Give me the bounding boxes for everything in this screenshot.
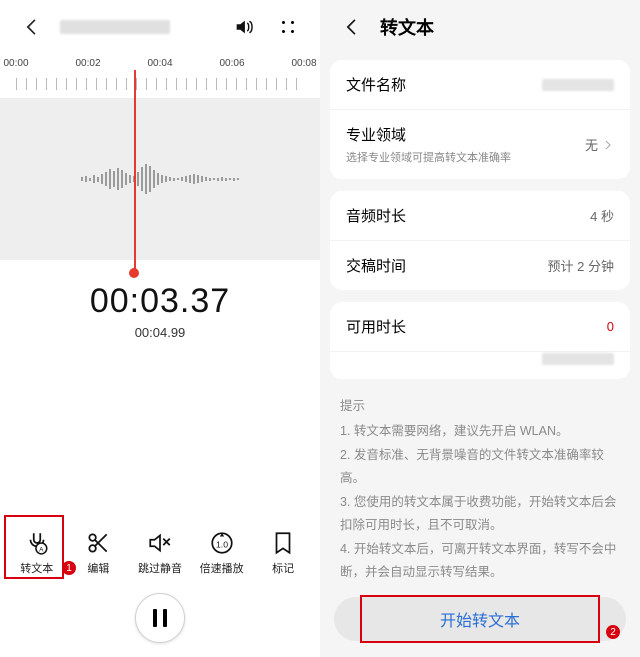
svg-text:1.0: 1.0 <box>216 539 228 549</box>
chevron-right-icon <box>602 139 614 151</box>
current-time: 00:03.37 <box>0 282 320 321</box>
hint-item: 1. 转文本需要网络，建议先开启 WLAN。 <box>340 420 620 443</box>
total-time: 00:04.99 <box>0 325 320 340</box>
row-value: 预计 2 分钟 <box>548 256 614 275</box>
row-duration: 音频时长 4 秒 <box>330 191 630 240</box>
tool-label: 编辑 <box>87 560 109 576</box>
speaker-icon <box>233 16 255 38</box>
card-timing: 音频时长 4 秒 交稿时间 预计 2 分钟 <box>330 191 630 290</box>
tool-label: 标记 <box>272 560 294 576</box>
hint-item: 3. 您使用的转文本属于收费功能，开始转文本后会扣除可用时长，且不可取消。 <box>340 491 620 536</box>
expand-button[interactable] <box>270 9 306 45</box>
transcribe-panel: 转文本 文件名称 专业领域 选择专业领域可提高转文本准确率 无 音频时长 4 秒… <box>320 0 640 657</box>
tool-transcribe[interactable]: A 转文本 <box>9 523 65 583</box>
back-arrow-icon <box>342 17 362 37</box>
playhead-dot <box>129 268 139 278</box>
hint-item: 4. 开始转文本后，可离开转文本界面，转写不会中断，并会自动显示转写结果。 <box>340 538 620 583</box>
row-domain[interactable]: 专业领域 选择专业领域可提高转文本准确率 无 <box>330 109 630 179</box>
page-title: 转文本 <box>380 14 434 40</box>
hints-title: 提示 <box>340 395 620 418</box>
row-quota[interactable]: 可用时长 0 <box>330 302 630 351</box>
back-button[interactable] <box>14 9 50 45</box>
tool-skip-silence[interactable]: 跳过静音 <box>132 523 188 583</box>
timeline[interactable]: 00:0000:0200:0400:0600:08 <box>0 54 320 90</box>
playback-controls <box>0 583 320 657</box>
callout-badge-2: 2 <box>606 625 620 639</box>
callout-badge-1: 1 <box>62 561 76 575</box>
row-label: 专业领域 <box>346 124 511 145</box>
row-quota-detail <box>330 351 630 379</box>
row-value: 4 秒 <box>590 206 614 225</box>
row-label: 音频时长 <box>346 205 406 226</box>
player-header <box>0 0 320 54</box>
waveform-area[interactable] <box>0 98 320 260</box>
volume-button[interactable] <box>226 9 262 45</box>
skip-silence-icon <box>147 530 173 556</box>
transcribe-header: 转文本 <box>320 0 640 54</box>
tool-mark[interactable]: 标记 <box>255 523 311 583</box>
row-label: 交稿时间 <box>346 255 406 276</box>
tool-label: 跳过静音 <box>138 560 182 576</box>
edit-icon <box>85 530 111 556</box>
card-file-domain: 文件名称 专业领域 选择专业领域可提高转文本准确率 无 <box>330 60 630 179</box>
tool-label: 倍速播放 <box>200 560 244 576</box>
hints-section: 提示 1. 转文本需要网络，建议先开启 WLAN。 2. 发音标准、无背景噪音的… <box>320 385 640 583</box>
filename-value <box>542 79 614 91</box>
quota-detail <box>542 353 614 365</box>
tool-label: 转文本 <box>20 560 53 576</box>
expand-icon <box>279 18 297 36</box>
back-arrow-icon <box>22 17 42 37</box>
playhead-line <box>134 70 136 274</box>
row-label: 文件名称 <box>346 74 406 95</box>
transcribe-icon: A <box>24 530 50 556</box>
svg-text:A: A <box>39 547 44 554</box>
speed-icon: 1.0 <box>209 530 235 556</box>
recording-title <box>60 20 170 34</box>
row-value: 无 <box>585 135 598 154</box>
card-quota: 可用时长 0 <box>330 302 630 379</box>
player-panel: 00:0000:0200:0400:0600:08 00:03.37 00:04… <box>0 0 320 657</box>
row-subtext: 选择专业领域可提高转文本准确率 <box>346 149 511 165</box>
tool-speed[interactable]: 1.0 倍速播放 <box>194 523 250 583</box>
row-label: 可用时长 <box>346 316 406 337</box>
row-value: 0 <box>607 319 614 334</box>
back-button[interactable] <box>334 9 370 45</box>
row-filename[interactable]: 文件名称 <box>330 60 630 109</box>
tool-edit[interactable]: 编辑 <box>70 523 126 583</box>
pause-button[interactable] <box>135 593 185 643</box>
bookmark-icon <box>270 530 296 556</box>
start-transcribe-button[interactable]: 开始转文本 <box>334 597 626 641</box>
player-toolbar: A 转文本 编辑 跳过静音 1.0 倍速播放 标记 <box>0 519 320 583</box>
row-eta: 交稿时间 预计 2 分钟 <box>330 240 630 290</box>
cta-area: 开始转文本 2 <box>320 585 640 657</box>
hint-item: 2. 发音标准、无背景噪音的文件转文本准确率较高。 <box>340 444 620 489</box>
